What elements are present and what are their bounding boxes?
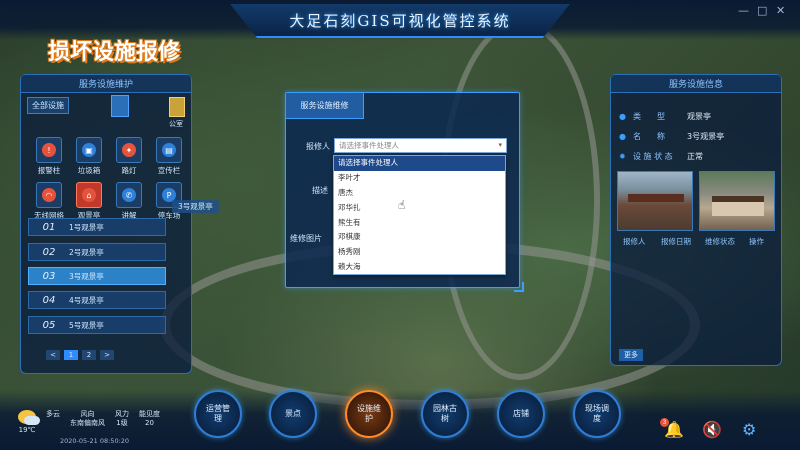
mouse-cursor-icon: ☝ <box>398 198 406 212</box>
dropdown-option[interactable]: 邓棋康 <box>334 230 505 245</box>
info-row-name: ● 名 称 3号观景亭 <box>619 132 725 141</box>
right-panel-title: 服务设施信息 <box>611 75 781 93</box>
dropdown-option[interactable]: 邓华扎 <box>334 201 505 216</box>
facility-alarm-pillar[interactable]: ! 报警柱 <box>29 137 69 176</box>
wifi-icon: ◠ <box>42 188 56 202</box>
dropdown-option[interactable]: 请选择事件处理人 <box>334 156 505 171</box>
dropdown-option[interactable]: 赖大海 <box>334 260 505 275</box>
col-report-date: 报修日期 <box>661 237 691 246</box>
facility-icon-grid: ! 报警柱 ▣ 垃圾箱 ✦ 路灯 ▤ 宣传栏 ◠ 无线网络 ⌂ 观景亭 ✆ 讲解… <box>29 137 189 221</box>
nav-facility-maintenance[interactable]: 设施维护 <box>345 390 393 438</box>
close-button[interactable]: ✕ <box>776 4 785 17</box>
page-label: 损坏设施报修 <box>48 40 181 65</box>
streetlight-icon: ✦ <box>122 143 136 157</box>
col-action: 操作 <box>749 237 764 246</box>
nav-dispatch[interactable]: 现场调度 <box>573 390 621 438</box>
mute-icon[interactable]: 🔇 <box>702 420 722 439</box>
list-item-selected[interactable]: 03 3号观景亭 <box>28 267 166 285</box>
right-panel: 服务设施信息 ● 类 型 观景亭 ● 名 称 3号观景亭 ✹ 设 施 状 态 正… <box>610 74 782 366</box>
user-icon: ● <box>619 132 626 141</box>
pavilion-icon: ⌂ <box>82 188 96 202</box>
next-page-button[interactable]: > <box>100 350 114 360</box>
dialog-corner-accent <box>514 282 524 292</box>
info-row-status: ✹ 设 施 状 态 正常 <box>619 152 703 161</box>
facility-wifi[interactable]: ◠ 无线网络 <box>29 182 69 221</box>
nav-scenic-spots[interactable]: 景点 <box>269 390 317 438</box>
wind-direction-label: 风向 <box>80 410 95 418</box>
list-item[interactable]: 01 1号观景亭 <box>28 218 166 236</box>
weather-date: 2020-05-21 08:50:20 <box>60 437 130 445</box>
notification-badge: 3 <box>660 418 669 427</box>
office-label: 公室 <box>169 120 183 128</box>
wind-direction-value: 东南偏南风 <box>70 419 105 427</box>
description-label: 描述 <box>312 186 328 195</box>
trash-bin-icon: ▣ <box>82 143 96 157</box>
app-title: 大足石刻GIS可视化管控系统 <box>289 12 511 30</box>
facility-streetlight[interactable]: ✦ 路灯 <box>109 137 149 176</box>
list-item[interactable]: 04 4号观景亭 <box>28 291 166 309</box>
facility-photo[interactable] <box>699 171 775 231</box>
dropdown-option[interactable]: 李叶才 <box>334 171 505 186</box>
facility-pavilion[interactable]: ⌂ 观景亭 <box>69 182 109 221</box>
maximize-button[interactable]: □ <box>757 4 767 17</box>
photo-label: 维修图片 <box>290 234 322 243</box>
left-panel-title: 服务设施维护 <box>21 75 191 93</box>
nav-operations[interactable]: 运营管理 <box>194 390 242 438</box>
partly-cloudy-icon <box>18 410 40 425</box>
gear-icon[interactable]: ⚙ <box>742 420 756 439</box>
dialog-tab[interactable]: 服务设施维修 <box>286 93 364 119</box>
col-reporter: 报修人 <box>623 237 646 246</box>
selected-facility-chip[interactable]: 3号观景亭 <box>172 200 219 213</box>
filter-tabs: 全部设施 <box>27 97 69 114</box>
building-icon <box>111 95 129 117</box>
weather-widget: 19℃ 多云 风向 东南偏南风 风力 1级 能见度 20 <box>18 410 160 434</box>
filter-tab-all[interactable]: 全部设施 <box>27 97 69 114</box>
facility-photo[interactable] <box>617 171 693 231</box>
col-repair-status: 维修状态 <box>705 237 735 246</box>
handler-dropdown: 请选择事件处理人 李叶才 唐杰 邓华扎 熊生有 邓棋康 杨秀刚 赖大海 <box>333 155 506 275</box>
chevron-down-icon: ▾ <box>498 141 502 149</box>
facility-bulletin-board[interactable]: ▤ 宣传栏 <box>149 137 189 176</box>
nav-shops[interactable]: 店铺 <box>497 390 545 438</box>
more-button[interactable]: 更多 <box>619 349 643 361</box>
pagination: < 1 2 > <box>46 350 114 360</box>
nav-ancient-trees[interactable]: 园林古树 <box>421 390 469 438</box>
gear-icon: ✹ <box>619 152 626 161</box>
dropdown-option[interactable]: 唐杰 <box>334 186 505 201</box>
visibility-label: 能见度 <box>139 410 160 418</box>
page-1-button[interactable]: 1 <box>64 350 78 360</box>
info-row-type: ● 类 型 观景亭 <box>619 112 711 121</box>
prev-page-button[interactable]: < <box>46 350 60 360</box>
facility-guide[interactable]: ✆ 讲解 <box>109 182 149 221</box>
wind-power-value: 1级 <box>116 419 128 427</box>
facility-trash-bin[interactable]: ▣ 垃圾箱 <box>69 137 109 176</box>
page-2-button[interactable]: 2 <box>82 350 96 360</box>
alarm-pillar-icon: ! <box>42 143 56 157</box>
handler-select[interactable]: 请选择事件处理人 ▾ <box>334 138 507 153</box>
dropdown-option[interactable]: 杨秀刚 <box>334 245 505 260</box>
handler-label: 报修人 <box>306 142 330 151</box>
weather-condition: 多云 <box>46 410 60 418</box>
office-icon[interactable] <box>169 97 185 117</box>
location-pin-icon: ● <box>619 112 626 121</box>
wind-power-label: 风力 <box>115 410 129 418</box>
list-item[interactable]: 02 2号观景亭 <box>28 243 166 261</box>
list-item[interactable]: 05 5号观景亭 <box>28 316 166 334</box>
bulletin-board-icon: ▤ <box>162 143 176 157</box>
minimize-button[interactable]: — <box>738 4 749 17</box>
phone-icon: ✆ <box>122 188 136 202</box>
dropdown-option[interactable]: 熊生有 <box>334 216 505 231</box>
visibility-value: 20 <box>145 419 154 427</box>
